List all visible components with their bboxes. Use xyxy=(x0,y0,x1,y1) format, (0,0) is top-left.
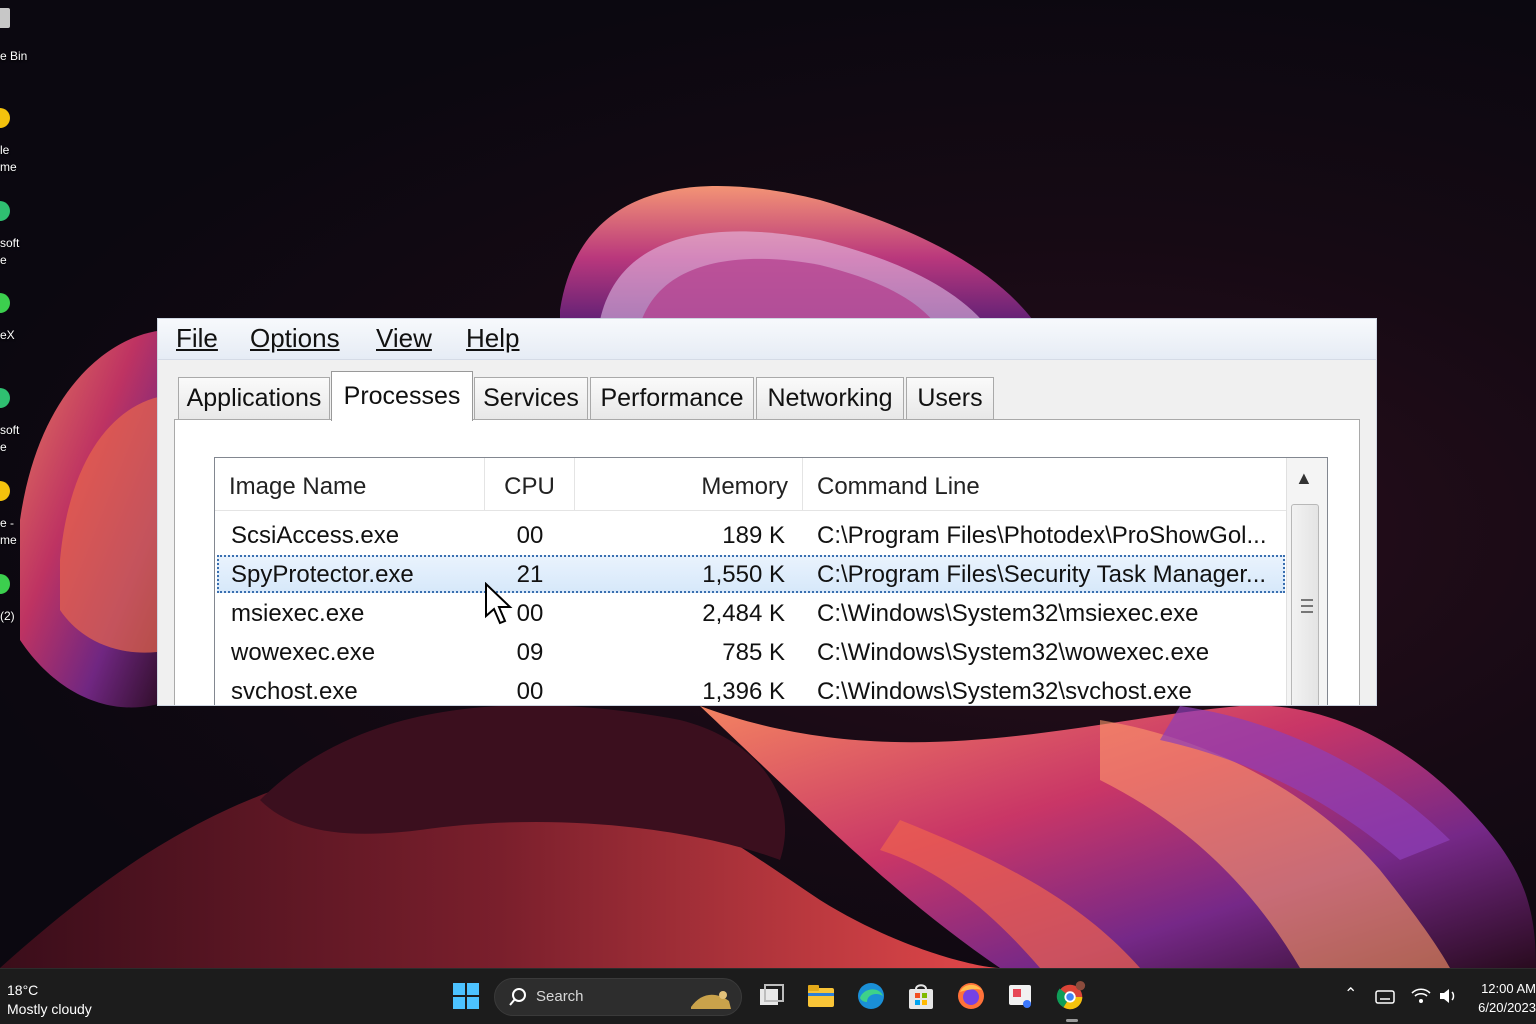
cell-image-name: ScsiAccess.exe xyxy=(231,522,400,549)
clock[interactable]: 12:00 AM 6/20/2023 xyxy=(1472,979,1536,1017)
snipping-tool-icon[interactable] xyxy=(1005,980,1037,1012)
table-row[interactable]: msiexec.exe 00 2,484 K C:\Windows\System… xyxy=(217,594,1285,632)
cell-command-line: C:\Program Files\Security Task Manager..… xyxy=(817,561,1267,588)
search-placeholder: Search xyxy=(536,988,584,1005)
cell-cpu: 09 xyxy=(516,639,544,666)
search-highlight-icon xyxy=(691,991,731,1009)
chrome-icon[interactable] xyxy=(1055,980,1087,1012)
firefox-icon[interactable] xyxy=(955,980,987,1012)
menu-file[interactable]: File xyxy=(176,323,218,354)
scroll-up-arrow-icon[interactable]: ▲ xyxy=(1295,468,1313,489)
tab-label: Performance xyxy=(600,384,744,412)
tab-networking[interactable]: Networking xyxy=(756,377,904,419)
cell-memory: 1,396 K xyxy=(702,678,785,705)
tab-applications[interactable]: Applications xyxy=(178,377,330,419)
cell-image-name: SpyProtector.exe xyxy=(231,561,414,588)
mouse-cursor-icon xyxy=(485,582,513,625)
cell-memory: 785 K xyxy=(722,639,785,666)
edge-icon[interactable] xyxy=(855,980,887,1012)
desktop-icon-label: e - me xyxy=(0,516,17,547)
desktop-icon-label: eX xyxy=(0,328,15,342)
cell-image-name: wowexec.exe xyxy=(231,639,376,666)
column-label: CPU xyxy=(504,473,555,500)
cell-cpu: 00 xyxy=(516,522,544,549)
vertical-scrollbar[interactable]: ▲ xyxy=(1286,458,1327,705)
column-label: Memory xyxy=(701,473,788,500)
column-header-memory[interactable]: Memory xyxy=(575,458,803,510)
tab-services[interactable]: Services xyxy=(474,377,588,419)
tab-performance[interactable]: Performance xyxy=(590,377,754,419)
table-row[interactable]: ScsiAccess.exe 00 189 K C:\Program Files… xyxy=(217,516,1285,554)
menu-file-label: File xyxy=(176,323,218,353)
table-row[interactable]: wowexec.exe 09 785 K C:\Windows\System32… xyxy=(217,633,1285,671)
menu-bar: File Options View Help xyxy=(158,319,1376,360)
column-header-command-line[interactable]: Command Line xyxy=(803,458,1287,510)
table-row-selected[interactable]: SpyProtector.exe 21 1,550 K C:\Program F… xyxy=(217,555,1285,593)
tab-users[interactable]: Users xyxy=(906,377,994,419)
cell-memory: 189 K xyxy=(722,522,785,549)
tab-label: Users xyxy=(917,384,983,412)
store-icon[interactable] xyxy=(905,980,937,1012)
cell-image-name: msiexec.exe xyxy=(231,600,365,627)
column-label: Command Line xyxy=(817,473,980,500)
process-list[interactable]: Image Name CPU Memory Command Line ScsiA… xyxy=(214,457,1328,705)
active-app-indicator xyxy=(1066,1019,1078,1022)
cell-command-line: C:\Windows\System32\msiexec.exe xyxy=(817,600,1199,627)
cell-cpu: 00 xyxy=(516,678,544,705)
task-view-icon[interactable] xyxy=(756,980,788,1012)
scrollbar-thumb[interactable] xyxy=(1291,504,1319,705)
process-list-header: Image Name CPU Memory Command Line xyxy=(215,458,1287,511)
desktop-icon-label: (2) xyxy=(0,609,15,623)
menu-view[interactable]: View xyxy=(376,323,432,354)
search-icon xyxy=(509,988,526,1006)
tab-label: Networking xyxy=(767,384,893,412)
cell-memory: 1,550 K xyxy=(702,561,785,588)
menu-view-label: View xyxy=(376,323,432,353)
cell-image-name: svchost.exe xyxy=(231,678,358,705)
scrollbar-grip-icon xyxy=(1301,599,1313,613)
tab-label: Processes xyxy=(343,382,461,410)
clock-time: 12:00 AM xyxy=(1481,981,1536,996)
file-explorer-icon[interactable] xyxy=(805,980,837,1012)
desktop-icon-label: soft e xyxy=(0,423,20,454)
tab-label: Services xyxy=(483,384,579,412)
taskbar: 18°C Mostly cloudy Search ⌃ 12:00 AM 6/2… xyxy=(0,968,1536,1024)
volume-icon[interactable] xyxy=(1438,987,1460,1005)
menu-options[interactable]: Options xyxy=(250,323,340,354)
cell-command-line: C:\Windows\System32\wowexec.exe xyxy=(817,639,1210,666)
desktop-icon-label: soft e xyxy=(0,236,20,267)
table-row[interactable]: svchost.exe 00 1,396 K C:\Windows\System… xyxy=(217,672,1285,705)
recycle-bin-icon xyxy=(0,8,10,28)
column-header-cpu[interactable]: CPU xyxy=(485,458,575,510)
weather-condition: Mostly cloudy xyxy=(7,1001,92,1017)
start-icon[interactable] xyxy=(450,980,482,1012)
menu-options-label: Options xyxy=(250,323,340,353)
menu-help-label: Help xyxy=(466,323,520,353)
keyboard-icon[interactable] xyxy=(1375,989,1395,1005)
desktop-icon-label: e Bin xyxy=(0,49,28,63)
column-label: Image Name xyxy=(229,473,367,500)
tab-label: Applications xyxy=(186,384,322,412)
show-hidden-icons-chevron-icon[interactable]: ⌃ xyxy=(1344,984,1357,1004)
weather-widget[interactable]: 18°C Mostly cloudy xyxy=(7,981,92,1019)
column-header-image-name[interactable]: Image Name xyxy=(215,458,485,510)
cell-command-line: C:\Program Files\Photodex\ProShowGol... xyxy=(817,522,1267,549)
desktop-icon-label: le me xyxy=(0,143,17,174)
wifi-icon[interactable] xyxy=(1410,987,1432,1005)
clock-date: 6/20/2023 xyxy=(1478,1000,1536,1015)
cell-memory: 2,484 K xyxy=(702,600,785,627)
menu-help[interactable]: Help xyxy=(466,323,519,354)
taskbar-search[interactable]: Search xyxy=(494,978,742,1016)
weather-temperature: 18°C xyxy=(7,982,39,998)
task-manager-window: File Options View Help Applications Proc… xyxy=(157,318,1377,706)
cell-command-line: C:\Windows\System32\svchost.exe xyxy=(817,678,1192,705)
tab-processes[interactable]: Processes xyxy=(331,371,473,421)
